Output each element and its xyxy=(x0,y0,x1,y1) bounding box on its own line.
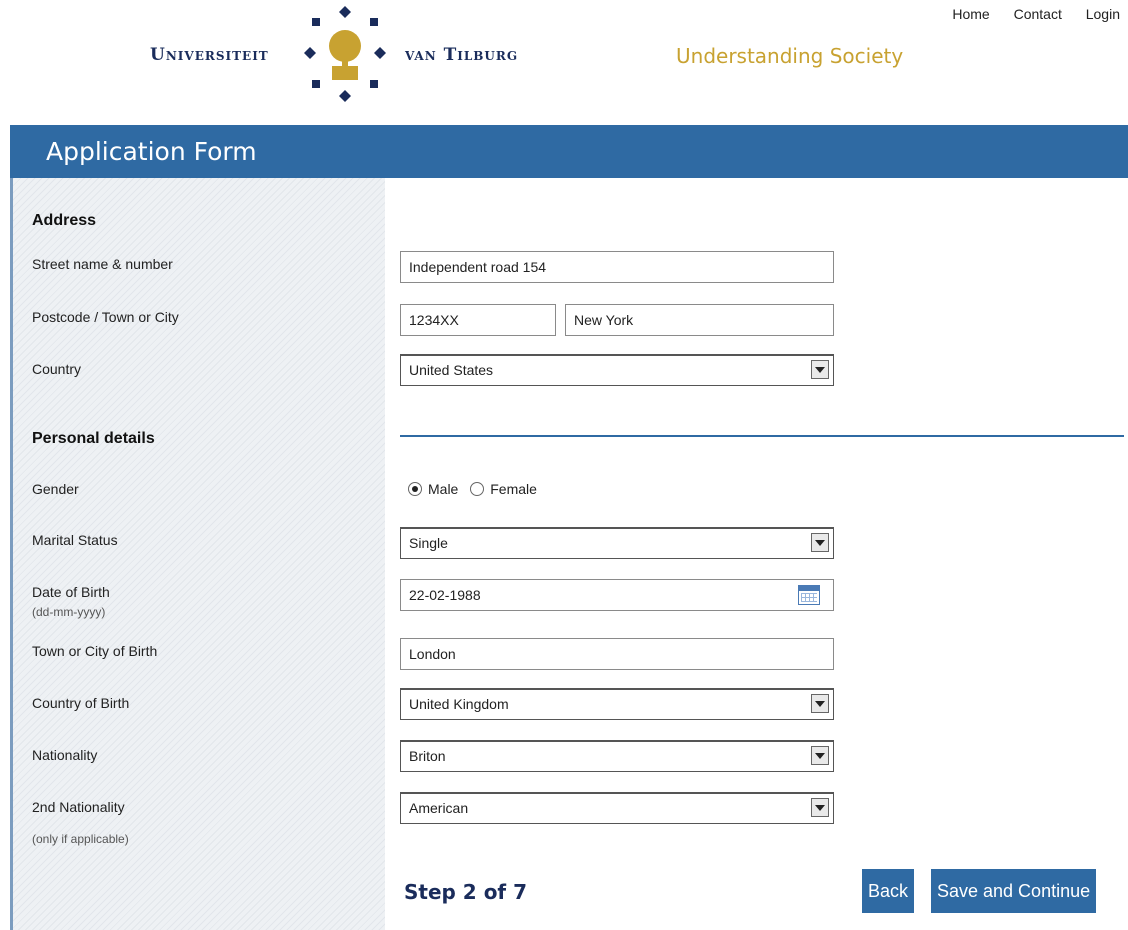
step-indicator: Step 2 of 7 xyxy=(404,880,528,904)
nav-contact-link[interactable]: Contact xyxy=(1014,6,1062,22)
top-nav: Home Contact Login xyxy=(932,6,1120,22)
marital-select[interactable]: Single xyxy=(400,527,834,559)
logo-text-left: Universiteit xyxy=(150,45,269,65)
back-button[interactable]: Back xyxy=(862,869,915,913)
chevron-down-icon[interactable] xyxy=(811,746,829,765)
country-birth-label: Country of Birth xyxy=(32,695,130,711)
gender-male-radio[interactable] xyxy=(408,482,422,497)
nationality2-select[interactable]: American xyxy=(400,792,834,824)
marital-label: Marital Status xyxy=(32,532,118,548)
personal-section-title: Personal details xyxy=(32,430,155,447)
save-continue-button[interactable]: Save and Continue xyxy=(931,869,1097,913)
town-birth-input[interactable]: London xyxy=(400,638,834,670)
site-tagline: Understanding Society xyxy=(676,44,904,68)
calendar-icon[interactable] xyxy=(798,585,820,605)
gender-male-label[interactable]: Male xyxy=(428,481,458,497)
town-birth-label: Town or City of Birth xyxy=(32,643,158,659)
chevron-down-icon[interactable] xyxy=(811,694,829,713)
nav-home-link[interactable]: Home xyxy=(952,6,989,22)
nationality2-hint: (only if applicable) xyxy=(32,832,129,846)
nationality2-label: 2nd Nationality xyxy=(32,799,125,815)
country-label: Country xyxy=(32,361,82,377)
gender-female-radio[interactable] xyxy=(470,482,485,497)
nav-login-link[interactable]: Login xyxy=(1086,6,1120,22)
chevron-down-icon[interactable] xyxy=(811,533,829,552)
nationality-select-value: Briton xyxy=(409,748,446,764)
country-birth-select[interactable]: United Kingdom xyxy=(400,688,834,720)
marital-select-value: Single xyxy=(409,535,448,551)
dob-label: Date of Birth xyxy=(32,584,110,600)
section-divider xyxy=(400,435,1124,437)
page-title: Application Form xyxy=(46,137,257,166)
university-logo[interactable]: Universiteit van Tilburg xyxy=(150,4,580,104)
address-section-title: Address xyxy=(32,212,97,229)
gender-radio-group: Male Female xyxy=(408,480,545,497)
street-input[interactable]: Independent road 154 xyxy=(400,251,834,283)
gender-female-label[interactable]: Female xyxy=(490,481,537,497)
nationality-label: Nationality xyxy=(32,747,98,763)
logo-emblem-icon xyxy=(304,6,386,102)
postcode-label: Postcode / Town or City xyxy=(32,309,179,325)
logo-text-right: van Tilburg xyxy=(405,45,519,65)
label-column xyxy=(10,178,385,930)
form-banner: Application Form xyxy=(10,125,1128,178)
street-label: Street name & number xyxy=(32,256,173,272)
country-select-value: United States xyxy=(409,362,494,378)
country-select[interactable]: United States xyxy=(400,354,834,386)
dob-hint: (dd-mm-yyyy) xyxy=(32,605,106,619)
chevron-down-icon[interactable] xyxy=(811,798,829,817)
gender-label: Gender xyxy=(32,481,79,497)
country-birth-select-value: United Kingdom xyxy=(409,696,509,712)
postcode-input[interactable]: 1234XX xyxy=(400,304,556,336)
nationality-select[interactable]: Briton xyxy=(400,740,834,772)
city-input[interactable]: New York xyxy=(565,304,834,336)
chevron-down-icon[interactable] xyxy=(811,360,829,379)
nationality2-select-value: American xyxy=(409,800,469,816)
dob-input[interactable]: 22-02-1988 xyxy=(400,579,834,611)
